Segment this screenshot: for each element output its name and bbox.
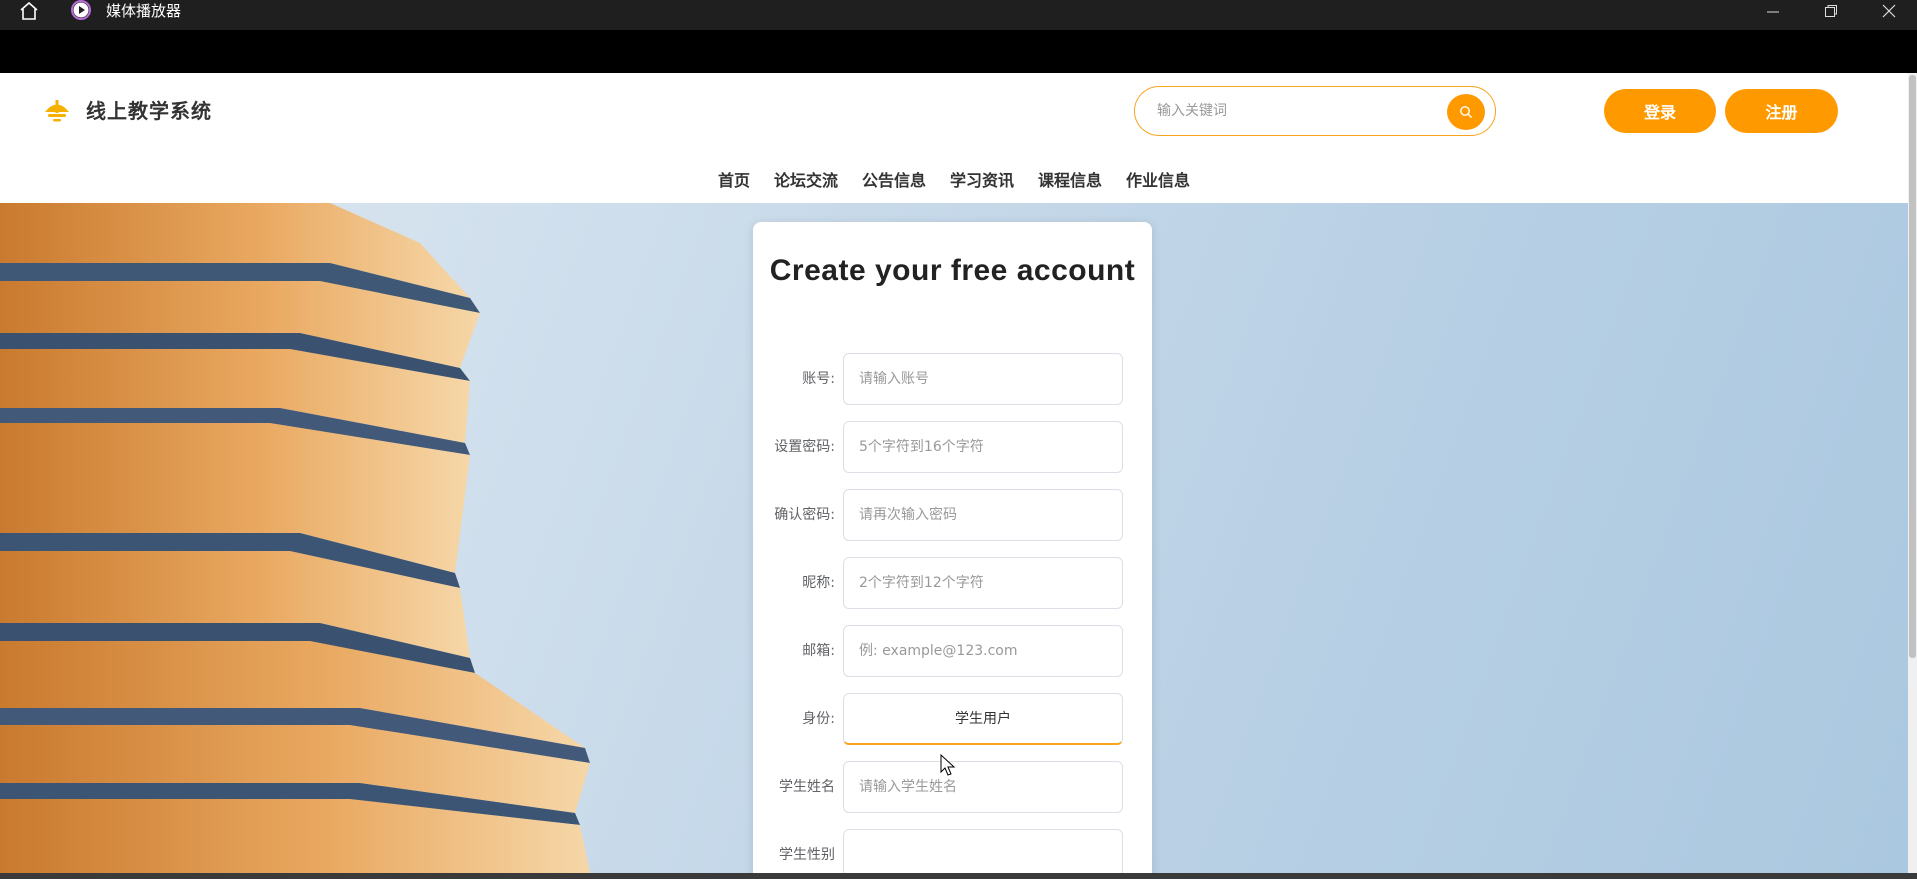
password-field-box xyxy=(843,421,1123,473)
form-row-email: 邮箱: xyxy=(753,625,1152,677)
register-button[interactable]: 注册 xyxy=(1725,89,1838,133)
nav-item-courses[interactable]: 课程信息 xyxy=(1038,165,1102,197)
email-field-box xyxy=(843,625,1123,677)
media-player-app-icon xyxy=(70,0,92,22)
nav-item-home[interactable]: 首页 xyxy=(718,165,750,197)
student-name-label: 学生姓名 xyxy=(779,779,835,795)
page-scrollbar[interactable] xyxy=(1908,73,1917,873)
lamp-logo-icon xyxy=(42,97,72,125)
student-name-input[interactable] xyxy=(857,762,1112,812)
email-input[interactable] xyxy=(857,626,1112,676)
password-label: 设置密码: xyxy=(774,439,835,455)
search-input[interactable] xyxy=(1155,99,1445,123)
nav-item-announcements[interactable]: 公告信息 xyxy=(862,165,926,197)
mouse-cursor-icon xyxy=(940,754,956,776)
form-row-student-gender: 学生性别 xyxy=(753,829,1152,873)
account-label: 账号: xyxy=(802,371,835,387)
search-button[interactable] xyxy=(1447,94,1485,130)
account-field-box xyxy=(843,353,1123,405)
confirm-password-field-box xyxy=(843,489,1123,541)
student-name-field-box xyxy=(843,761,1123,813)
identity-label: 身份: xyxy=(802,711,835,727)
window-titlebar: 媒体播放器 xyxy=(0,0,1917,30)
player-top-bar xyxy=(0,30,1917,73)
search-box xyxy=(1134,86,1496,136)
student-gender-field-box xyxy=(843,829,1123,873)
home-icon[interactable] xyxy=(14,0,44,22)
close-icon[interactable] xyxy=(1866,0,1912,22)
confirm-password-label: 确认密码: xyxy=(774,507,835,523)
nav-item-forum[interactable]: 论坛交流 xyxy=(774,165,838,197)
minimize-icon[interactable] xyxy=(1750,0,1796,22)
scrollbar-thumb[interactable] xyxy=(1909,75,1916,658)
login-button[interactable]: 登录 xyxy=(1604,89,1716,133)
form-row-confirm-password: 确认密码: xyxy=(753,489,1152,541)
form-row-identity: 身份: 学生用户 xyxy=(753,693,1152,745)
website-viewport: 线上教学系统 登录 注册 首页 论坛交流 公告信息 学习资讯 课程信息 作业信息 xyxy=(0,73,1908,873)
identity-select[interactable]: 学生用户 xyxy=(843,693,1123,745)
form-row-password: 设置密码: xyxy=(753,421,1152,473)
student-gender-label: 学生性别 xyxy=(779,847,835,863)
student-gender-input[interactable] xyxy=(857,830,1112,873)
nav-item-study-news[interactable]: 学习资讯 xyxy=(950,165,1014,197)
email-label: 邮箱: xyxy=(802,643,835,659)
form-row-account: 账号: xyxy=(753,353,1152,405)
password-input[interactable] xyxy=(857,422,1112,472)
site-brand: 线上教学系统 xyxy=(86,99,212,123)
player-bottom-bar xyxy=(0,873,1917,879)
search-icon xyxy=(1460,106,1472,118)
nickname-input[interactable] xyxy=(857,558,1112,608)
form-title: Create your free account xyxy=(769,254,1136,287)
nickname-label: 昵称: xyxy=(802,575,835,591)
nav-item-assignments[interactable]: 作业信息 xyxy=(1126,165,1190,197)
site-header: 线上教学系统 登录 注册 首页 论坛交流 公告信息 学习资讯 课程信息 作业信息 xyxy=(0,73,1908,203)
form-row-nickname: 昵称: xyxy=(753,557,1152,609)
main-nav: 首页 论坛交流 公告信息 学习资讯 课程信息 作业信息 xyxy=(0,165,1908,197)
window-title: 媒体播放器 xyxy=(106,2,182,20)
confirm-password-input[interactable] xyxy=(857,490,1112,540)
nickname-field-box xyxy=(843,557,1123,609)
restore-icon[interactable] xyxy=(1808,0,1854,22)
stacked-books-image xyxy=(0,203,590,873)
account-input[interactable] xyxy=(857,354,1112,404)
